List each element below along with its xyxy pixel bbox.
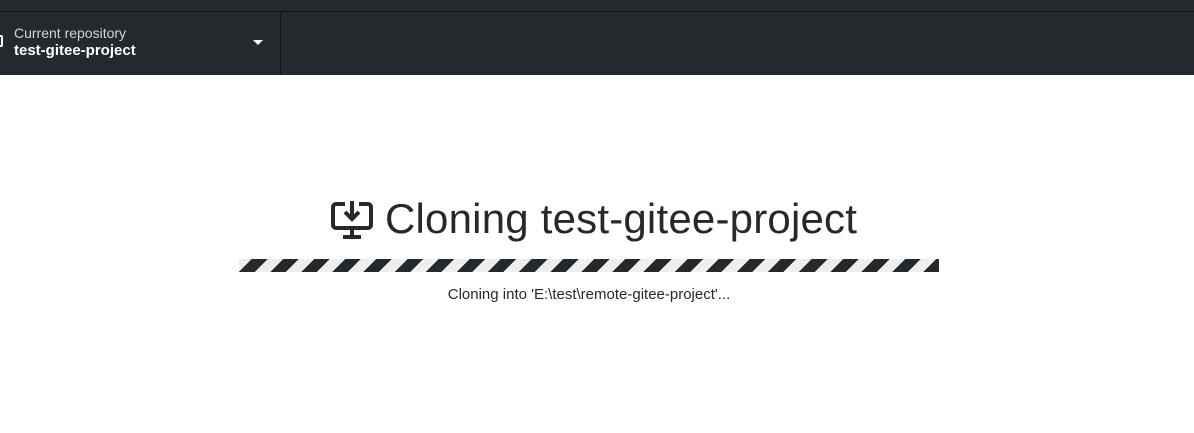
- app-toolbar: Current repository test-gitee-project: [0, 12, 1194, 75]
- repo-text: Current repository test-gitee-project: [14, 25, 136, 60]
- title-bar: [0, 0, 1194, 12]
- desktop-download-icon: [331, 200, 373, 239]
- page-title: Cloning test-gitee-project: [385, 195, 858, 242]
- chevron-down-icon[interactable]: [253, 40, 263, 45]
- clone-status-text: Cloning into 'E:\test\remote-gitee-proje…: [447, 286, 731, 303]
- repo-icon: [0, 35, 3, 47]
- progress-bar: [239, 259, 939, 272]
- current-repository-button[interactable]: Current repository test-gitee-project: [0, 12, 281, 75]
- current-repository-label: Current repository: [14, 25, 127, 41]
- current-repository-name: test-gitee-project: [14, 42, 136, 59]
- clone-title-row: Cloning test-gitee-project: [331, 194, 857, 244]
